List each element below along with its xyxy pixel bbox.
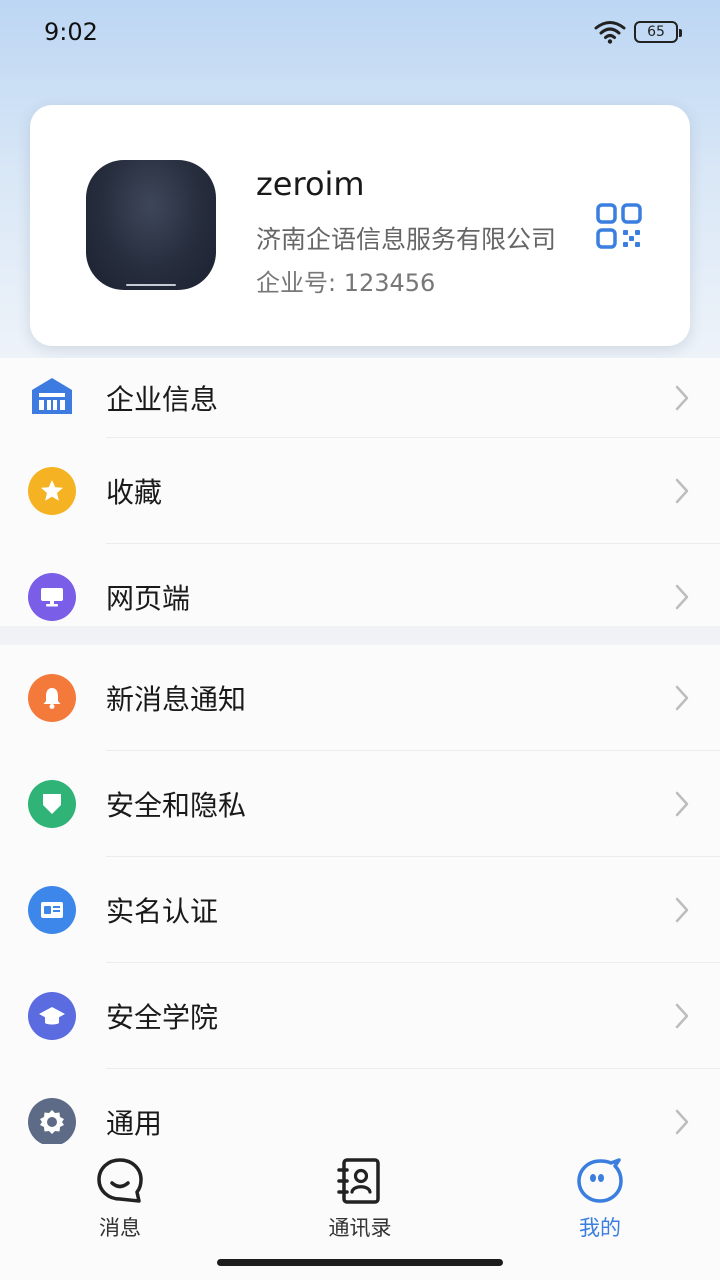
star-icon	[28, 467, 76, 515]
section-separator	[0, 626, 720, 645]
menu-label: 通用	[106, 1107, 163, 1140]
chevron-right-icon	[675, 791, 689, 817]
tab-contacts[interactable]: 通讯录	[300, 1156, 420, 1242]
chevron-right-icon	[675, 1109, 689, 1135]
menu-item-security-academy[interactable]: 安全学院	[0, 963, 720, 1069]
status-icons: 65	[594, 20, 682, 44]
status-time: 9:02	[44, 18, 98, 46]
tab-label: 我的	[579, 1216, 621, 1240]
menu-item-security-privacy[interactable]: 安全和隐私	[0, 751, 720, 857]
chat-bubble-icon	[97, 1158, 143, 1203]
chevron-right-icon	[675, 1003, 689, 1029]
status-bar: 9:02 65	[0, 0, 720, 64]
menu-item-real-name-verification[interactable]: 实名认证	[0, 857, 720, 963]
tab-me[interactable]: 我的	[540, 1156, 660, 1242]
shield-icon	[28, 780, 76, 828]
id-card-icon	[28, 886, 76, 934]
profile-card[interactable]: zeroim 济南企语信息服务有限公司 企业号: 123456	[30, 105, 690, 346]
menu-item-favorites[interactable]: 收藏	[0, 438, 720, 544]
qr-code-icon[interactable]	[596, 203, 642, 249]
menu-item-notifications[interactable]: 新消息通知	[0, 645, 720, 751]
chevron-right-icon	[675, 385, 689, 411]
gear-icon	[28, 1098, 76, 1146]
tab-label: 消息	[99, 1216, 141, 1240]
menu-item-enterprise-info[interactable]: 企业信息	[0, 358, 720, 438]
home-indicator[interactable]	[217, 1259, 503, 1266]
mascot-face-icon	[577, 1158, 623, 1203]
menu-label: 收藏	[106, 476, 163, 509]
menu-group-settings: 新消息通知 安全和隐私 实名认证 安全学院 通用	[0, 645, 720, 1175]
battery-level: 65	[647, 24, 665, 40]
menu-label: 企业信息	[106, 383, 219, 416]
chevron-right-icon	[675, 685, 689, 711]
contacts-book-icon	[337, 1158, 380, 1204]
building-icon	[28, 372, 76, 420]
wifi-icon	[594, 21, 626, 44]
chevron-right-icon	[675, 478, 689, 504]
enterprise-id: 企业号: 123456	[256, 269, 436, 297]
bell-icon	[28, 674, 76, 722]
chevron-right-icon	[675, 897, 689, 923]
menu-group-enterprise: 企业信息 收藏 网页端	[0, 358, 720, 650]
profile-name: zeroim	[256, 165, 365, 203]
tab-label: 通讯录	[328, 1216, 392, 1240]
profile-company: 济南企语信息服务有限公司	[256, 225, 557, 254]
graduation-cap-icon	[28, 992, 76, 1040]
avatar[interactable]	[86, 160, 216, 290]
menu-label: 安全学院	[106, 1001, 219, 1034]
monitor-icon	[28, 573, 76, 621]
chevron-right-icon	[675, 584, 689, 610]
menu-label: 网页端	[106, 582, 191, 615]
battery-indicator: 65	[634, 21, 682, 43]
menu-label: 安全和隐私	[106, 789, 247, 822]
menu-label: 实名认证	[106, 895, 219, 928]
menu-label: 新消息通知	[106, 683, 247, 716]
tab-messages[interactable]: 消息	[60, 1156, 180, 1242]
